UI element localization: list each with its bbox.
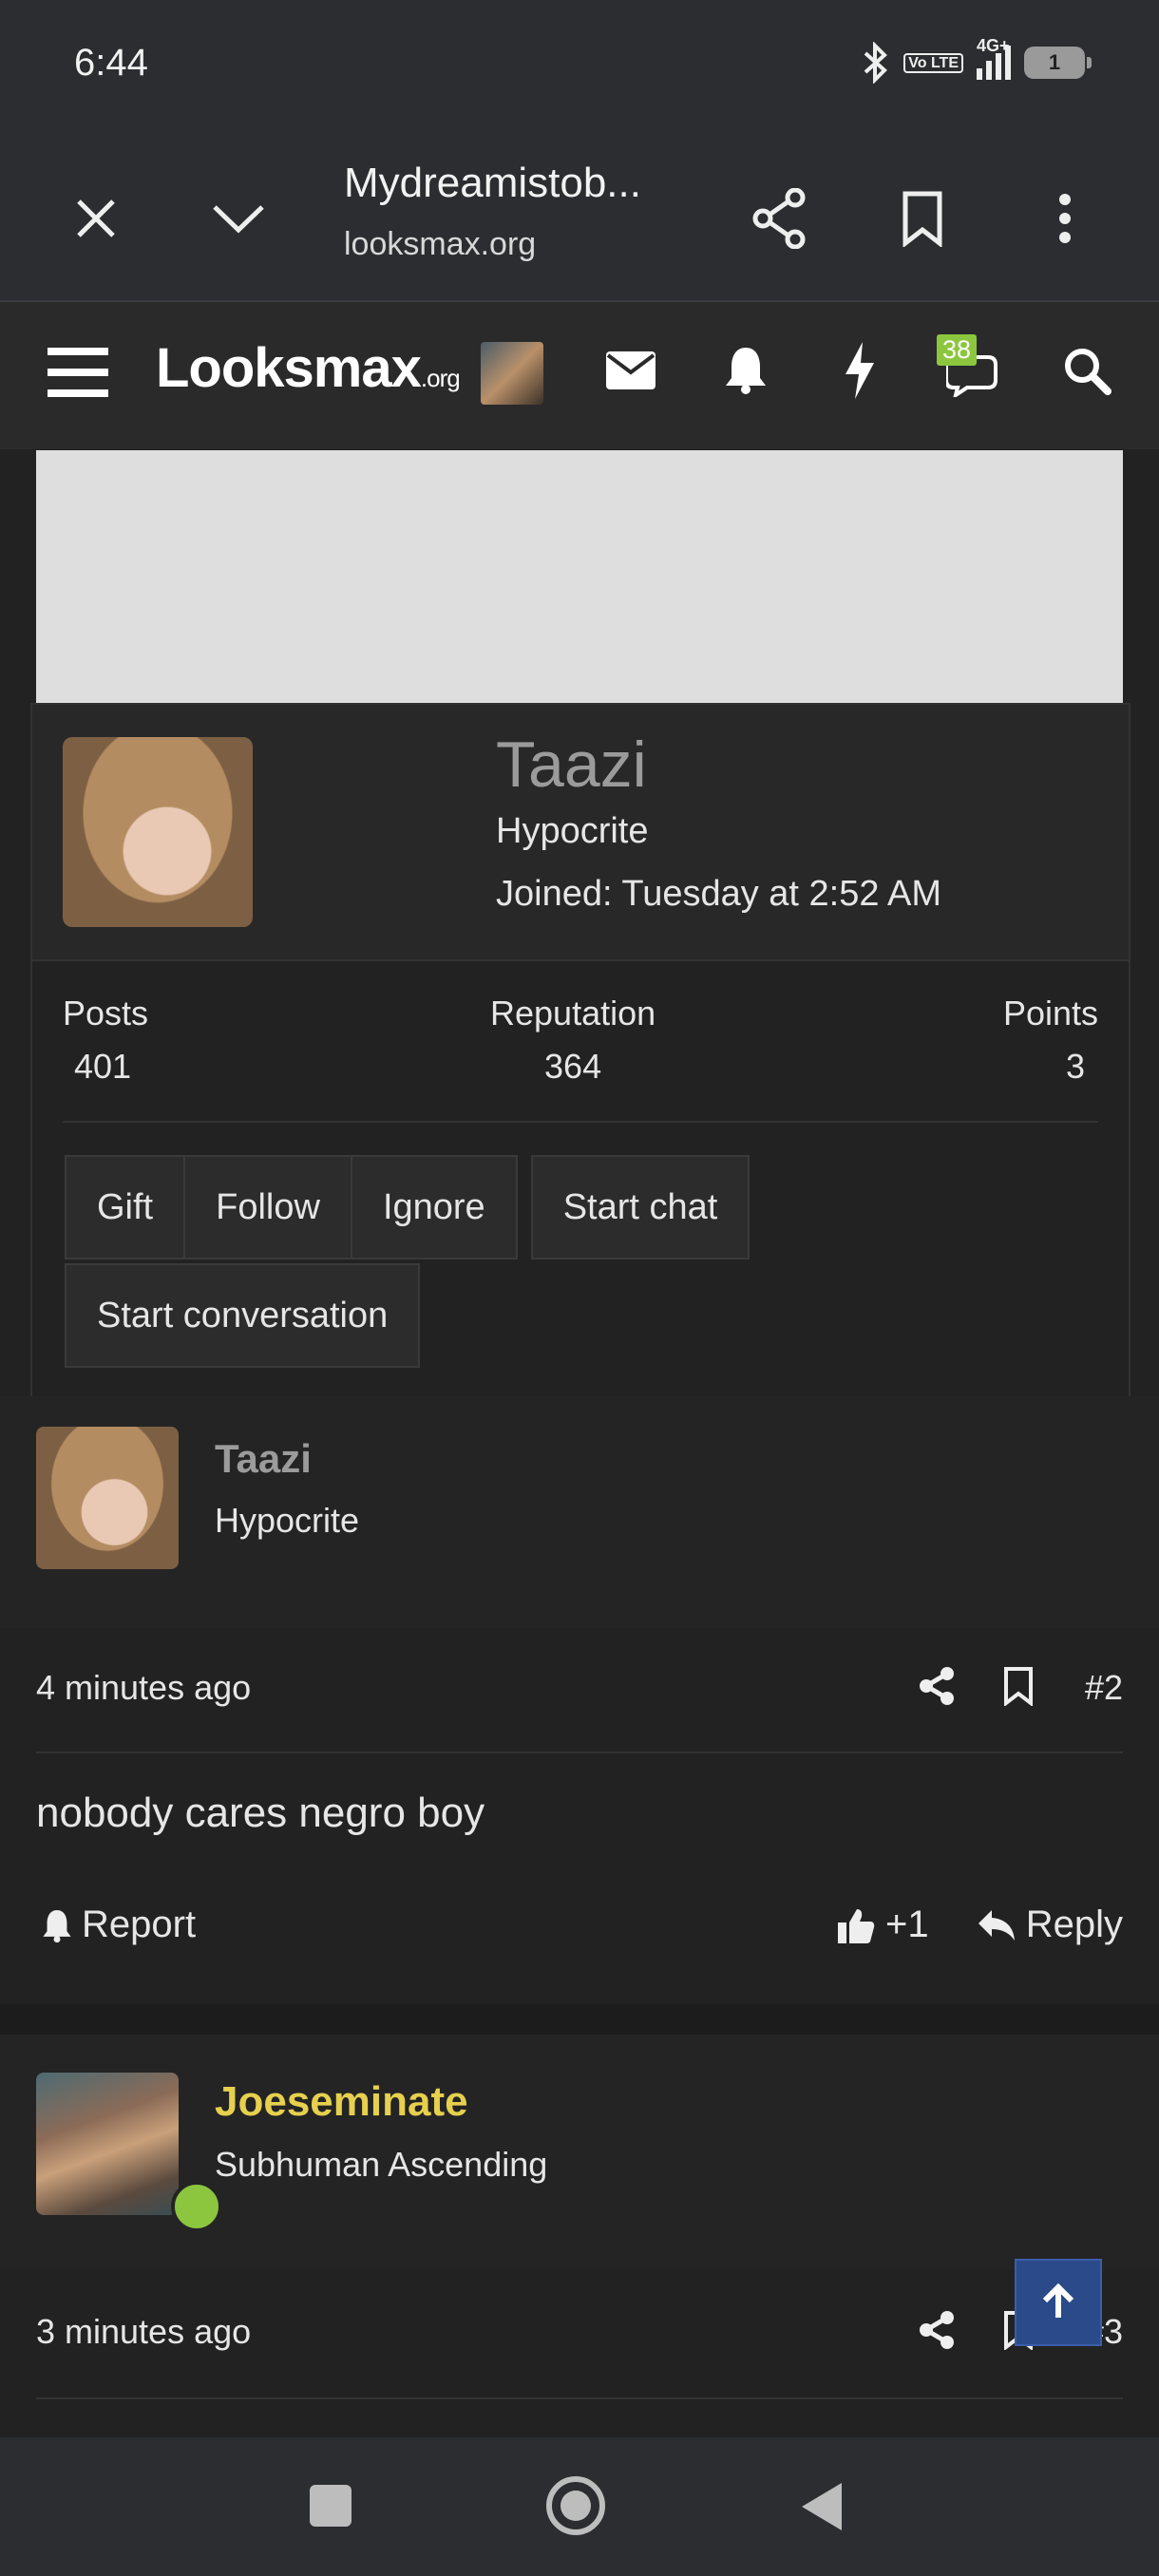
reply-icon [977,1908,1016,1942]
stat-label: Posts [63,994,149,1032]
more-options-icon[interactable] [1022,176,1108,261]
bell-icon [42,1907,72,1943]
status-bar: 6:44 Vo LTE 4G+ 1 [0,0,1159,133]
gift-button[interactable]: Gift [65,1155,186,1260]
popup-user-title: Hypocrite [496,811,649,851]
post-username[interactable]: Taazi [215,1436,312,1482]
stat-label: Points [1002,994,1098,1032]
logo-text: Looksmax [156,337,422,399]
profile-popup: Taazi Hypocrite Joined: Tuesday at 2:52 … [30,703,1130,1402]
signal-icon: 4G+ [977,36,1011,80]
chat-badge: 38 [937,334,978,366]
bookmark-icon[interactable] [1003,1666,1034,1706]
back-icon[interactable] [798,2481,844,2532]
mail-icon[interactable] [606,351,656,389]
logo-suffix: .org [420,364,461,392]
page-title[interactable]: Mydreamistob... [344,160,641,207]
divider [63,1121,1098,1123]
battery-icon: 1 [1024,47,1092,79]
popup-actions-row2: Start conversation [65,1263,421,1368]
reply-button[interactable]: Reply [977,1904,1123,1946]
stat-value: 401 [74,1047,132,1086]
post-user-title: Hypocrite [215,1501,360,1540]
ignore-button[interactable]: Ignore [352,1155,518,1260]
status-time: 6:44 [74,42,148,84]
system-nav-bar [0,2437,1159,2576]
post-username[interactable]: Joeseminate [215,2078,468,2126]
popup-header: Taazi Hypocrite Joined: Tuesday at 2:52 … [32,705,1129,961]
lightning-icon[interactable] [844,342,876,399]
bell-icon[interactable] [724,344,768,395]
popup-actions-row1: Gift Follow Ignore Start chat [65,1155,750,1260]
bluetooth-icon [862,42,890,84]
volte-icon: Vo LTE [903,52,963,73]
online-status-indicator [171,2181,222,2232]
ad-placeholder [36,450,1123,705]
stat-value: 364 [544,1047,602,1086]
popup-username[interactable]: Taazi [496,728,647,802]
start-conversation-button[interactable]: Start conversation [65,1263,421,1368]
stat-value: 3 [1065,1047,1085,1086]
like-count: +1 [885,1904,929,1945]
close-icon[interactable] [53,176,139,261]
share-icon[interactable] [918,1666,956,1706]
stat-label: Reputation [490,994,656,1032]
menu-icon[interactable] [48,346,108,399]
post: 3 minutes ago #3 [0,2270,1159,2437]
thumbs-up-icon [836,1905,876,1945]
post-body: nobody cares negro boy [36,1790,485,1836]
post-user-title: Subhuman Ascending [215,2145,548,2184]
home-icon[interactable] [545,2475,606,2536]
post-timestamp[interactable]: 4 minutes ago [36,1668,251,1708]
post-author-block: Taazi Hypocrite [0,1396,1159,1628]
report-label: Report [82,1904,197,1945]
post-separator [0,2004,1159,2035]
site-navbar: Looksmax.org 38 [0,302,1159,449]
share-icon[interactable] [737,176,823,261]
status-icons: Vo LTE 4G+ 1 [862,36,1092,84]
divider [36,1752,1123,1753]
stat-points[interactable]: Points 3 [1003,994,1098,1087]
user-avatar[interactable] [481,342,543,405]
browser-toolbar: Mydreamistob... looksmax.org [0,133,1159,302]
page-url[interactable]: looksmax.org [344,226,536,263]
post: 4 minutes ago #2 nobody cares negro boy … [0,1628,1159,2004]
chevron-down-icon[interactable] [196,176,281,261]
arrow-up-icon [1039,2283,1077,2321]
share-icon[interactable] [918,2310,956,2350]
bookmark-icon[interactable] [880,176,965,261]
avatar[interactable] [36,2073,179,2215]
follow-button[interactable]: Follow [185,1155,352,1260]
avatar[interactable] [36,1427,179,1569]
popup-avatar[interactable] [63,737,253,927]
search-icon[interactable] [1062,346,1112,395]
recent-apps-icon[interactable] [310,2485,352,2527]
post-timestamp[interactable]: 3 minutes ago [36,2312,251,2352]
stat-reputation[interactable]: Reputation 364 [490,994,656,1087]
reply-label: Reply [1025,1904,1123,1945]
start-chat-button[interactable]: Start chat [530,1155,750,1260]
stat-posts[interactable]: Posts 401 [63,994,148,1087]
site-logo[interactable]: Looksmax.org [156,336,461,400]
report-button[interactable]: Report [42,1904,196,1946]
like-button[interactable]: +1 [836,1904,929,1946]
divider [36,2397,1123,2399]
popup-joined-date: Joined: Tuesday at 2:52 AM [496,874,941,914]
network-type: 4G+ [977,36,1010,55]
post-number[interactable]: #2 [1085,1668,1123,1708]
scroll-to-top-button[interactable] [1015,2259,1102,2346]
post-author-block: Joeseminate Subhuman Ascending [0,2035,1159,2270]
